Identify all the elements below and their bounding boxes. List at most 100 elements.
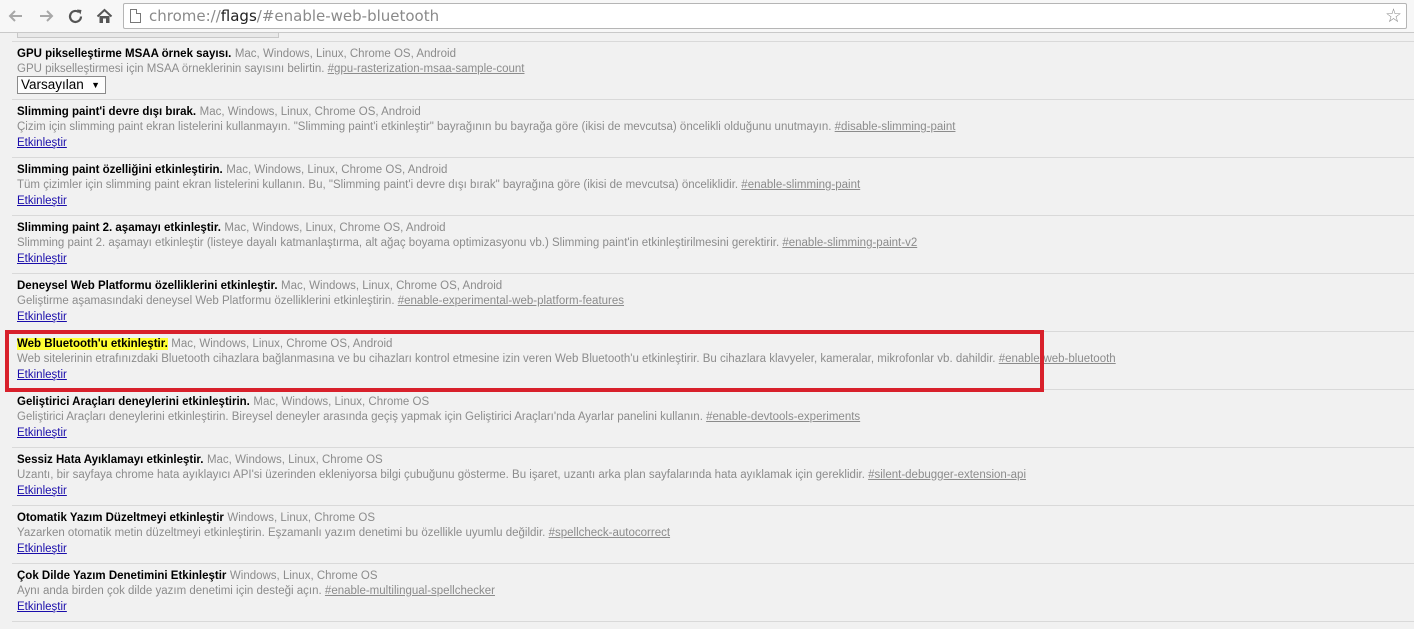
enable-link[interactable]: Etkinleştir xyxy=(17,426,67,440)
forward-arrow-svg xyxy=(40,10,54,22)
home-icon[interactable] xyxy=(93,5,115,27)
experiment-description-line: Geliştirme aşamasındaki deneysel Web Pla… xyxy=(17,294,624,308)
experiment-permalink[interactable]: #enable-multilingual-spellchecker xyxy=(325,585,495,597)
experiment-description-line: Tüm çizimler için slimming paint ekran l… xyxy=(17,178,860,192)
experiment-description-line: Uzantı, bir sayfaya chrome hata ayıklayı… xyxy=(17,468,1026,482)
experiment-description: Slimming paint 2. aşamayı etkinleştir (l… xyxy=(17,237,780,249)
experiment-description: Geliştirici Araçları deneylerini etkinle… xyxy=(17,411,703,423)
experiment-platforms: Windows, Linux, Chrome OS xyxy=(229,570,378,582)
reload-icon[interactable] xyxy=(64,5,86,27)
select-value: Varsayılan xyxy=(21,77,84,92)
experiment-title: GPU pikselleştirme MSAA örnek sayısı. xyxy=(17,48,232,60)
experiment-platforms: Mac, Windows, Linux, Chrome OS, Android xyxy=(171,338,393,350)
back-arrow-icon[interactable] xyxy=(5,5,27,27)
reload-svg xyxy=(68,9,82,23)
experiment-title: Web Bluetooth'u etkinleştir. xyxy=(17,338,168,350)
url-host: flags xyxy=(220,7,257,25)
experiment-description: Yazarken otomatik metin düzeltmeyi etkin… xyxy=(17,527,546,539)
experiment-description-line: Yazarken otomatik metin düzeltmeyi etkin… xyxy=(17,526,670,540)
experiment-description: Tüm çizimler için slimming paint ekran l… xyxy=(17,179,739,191)
experiment-title: Sessiz Hata Ayıklamayı etkinleştir. xyxy=(17,454,204,466)
enable-link[interactable]: Etkinleştir xyxy=(17,136,67,150)
experiment-header: Slimming paint 2. aşamayı etkinleştir. M… xyxy=(17,221,446,235)
experiment-spellcheck-autocorrect: Otomatik Yazım Düzeltmeyi etkinleştir Wi… xyxy=(12,505,1414,563)
enable-link[interactable]: Etkinleştir xyxy=(17,484,67,498)
experiment-permalink[interactable]: #enable-experimental-web-platform-featur… xyxy=(398,295,624,307)
experiment-title: Geliştirici Araçları deneylerini etkinle… xyxy=(17,396,250,408)
url-text[interactable]: chrome://flags/#enable-web-bluetooth xyxy=(149,7,439,25)
experiment-permalink[interactable]: #enable-slimming-paint xyxy=(741,179,860,191)
experiment-platforms: Mac, Windows, Linux, Chrome OS xyxy=(206,454,383,466)
experiment-platforms: Mac, Windows, Linux, Chrome OS, Android xyxy=(224,222,446,234)
forward-arrow-icon[interactable] xyxy=(35,5,57,27)
experiment-slimming-paint-v2: Slimming paint 2. aşamayı etkinleştir. M… xyxy=(12,215,1414,273)
experiment-description: Çizim için slimming paint ekran listeler… xyxy=(17,121,832,133)
browser-toolbar: chrome://flags/#enable-web-bluetooth ☆ xyxy=(0,0,1414,33)
experiment-title: Slimming paint özelliğini etkinleştirin. xyxy=(17,164,223,176)
experiment-platforms: Mac, Windows, Linux, Chrome OS, Android xyxy=(199,106,421,118)
page-icon xyxy=(130,9,141,23)
experiment-description-line: GPU pikselleştirmesi için MSAA örnekleri… xyxy=(17,62,525,76)
experiment-silent-debugger: Sessiz Hata Ayıklamayı etkinleştir. Mac,… xyxy=(12,447,1414,505)
experiment-permalink[interactable]: #disable-slimming-paint xyxy=(835,121,956,133)
experiment-description-line: Slimming paint 2. aşamayı etkinleştir (l… xyxy=(17,236,917,250)
experiment-platforms: Mac, Windows, Linux, Chrome OS, Android xyxy=(226,164,448,176)
enable-link[interactable]: Etkinleştir xyxy=(17,310,67,324)
experiment-platforms: Mac, Windows, Linux, Chrome OS, Android xyxy=(281,280,503,292)
experiment-description: GPU pikselleştirmesi için MSAA örnekleri… xyxy=(17,63,325,75)
experiment-header: Geliştirici Araçları deneylerini etkinle… xyxy=(17,395,429,409)
experiment-multilingual-spellchecker: Çok Dilde Yazım Denetimini Etkinleştir W… xyxy=(12,563,1414,621)
experiment-permalink[interactable]: #enable-devtools-experiments xyxy=(706,411,860,423)
experiment-permalink[interactable]: #enable-web-bluetooth xyxy=(999,353,1116,365)
experiment-enable-slimming-paint: Slimming paint özelliğini etkinleştirin.… xyxy=(12,157,1414,215)
experiment-header: Deneysel Web Platformu özelliklerini etk… xyxy=(17,279,502,293)
experiment-description-line: Çizim için slimming paint ekran listeler… xyxy=(17,120,955,134)
experiment-description: Web sitelerinin etrafınızdaki Bluetooth … xyxy=(17,353,996,365)
experiment-disable-slimming-paint: Slimming paint'i devre dışı bırak. Mac, … xyxy=(12,99,1414,157)
experiment-header: Otomatik Yazım Düzeltmeyi etkinleştir Wi… xyxy=(17,511,375,525)
experiment-permalink[interactable]: #spellcheck-autocorrect xyxy=(549,527,670,539)
experiment-header: Slimming paint'i devre dışı bırak. Mac, … xyxy=(17,105,421,119)
experiment-header: Web Bluetooth'u etkinleştir. Mac, Window… xyxy=(17,337,392,351)
previous-control-edge xyxy=(17,33,279,38)
experiment-description-line: Aynı anda birden çok dilde yazım denetim… xyxy=(17,584,495,598)
experiment-platforms: Mac, Windows, Linux, Chrome OS, Android xyxy=(234,48,456,60)
back-arrow-svg xyxy=(8,10,22,22)
experiment-permalink[interactable]: #enable-slimming-paint-v2 xyxy=(782,237,917,249)
experiment-header: GPU pikselleştirme MSAA örnek sayısı. Ma… xyxy=(17,47,456,61)
experiment-header: Slimming paint özelliğini etkinleştirin.… xyxy=(17,163,447,177)
experiment-web-bluetooth: Web Bluetooth'u etkinleştir. Mac, Window… xyxy=(12,331,1414,389)
msaa-sample-select[interactable]: Varsayılan ▼ xyxy=(17,76,106,94)
experiment-next-partial xyxy=(12,621,1414,629)
flags-page: GPU pikselleştirme MSAA örnek sayısı. Ma… xyxy=(0,33,1414,629)
experiment-title: Slimming paint'i devre dışı bırak. xyxy=(17,106,197,118)
experiment-title: Deneysel Web Platformu özelliklerini etk… xyxy=(17,280,278,292)
address-bar[interactable]: chrome://flags/#enable-web-bluetooth ☆ xyxy=(123,3,1407,29)
experiment-description-line: Web sitelerinin etrafınızdaki Bluetooth … xyxy=(17,352,1116,366)
experiment-devtools-experiments: Geliştirici Araçları deneylerini etkinle… xyxy=(12,389,1414,447)
experiment-web-platform-features: Deneysel Web Platformu özelliklerini etk… xyxy=(12,273,1414,331)
experiment-platforms: Mac, Windows, Linux, Chrome OS xyxy=(253,396,430,408)
experiment-platforms: Windows, Linux, Chrome OS xyxy=(227,512,376,524)
enable-link[interactable]: Etkinleştir xyxy=(17,252,67,266)
star-icon[interactable]: ☆ xyxy=(1385,5,1402,27)
url-scheme: chrome:// xyxy=(149,7,221,25)
experiment-title: Slimming paint 2. aşamayı etkinleştir. xyxy=(17,222,221,234)
enable-link[interactable]: Etkinleştir xyxy=(17,542,67,556)
experiment-header: Sessiz Hata Ayıklamayı etkinleştir. Mac,… xyxy=(17,453,383,467)
enable-link[interactable]: Etkinleştir xyxy=(17,368,67,382)
dropdown-arrow-icon: ▼ xyxy=(91,80,100,90)
experiment-header: Çok Dilde Yazım Denetimini Etkinleştir W… xyxy=(17,569,378,583)
experiment-title: Çok Dilde Yazım Denetimini Etkinleştir xyxy=(17,570,227,582)
url-path: /#enable-web-bluetooth xyxy=(256,7,440,25)
experiment-description: Uzantı, bir sayfaya chrome hata ayıklayı… xyxy=(17,469,865,481)
enable-link[interactable]: Etkinleştir xyxy=(17,600,67,614)
home-svg xyxy=(96,8,112,23)
experiment-description: Aynı anda birden çok dilde yazım denetim… xyxy=(17,585,322,597)
experiment-description: Geliştirme aşamasındaki deneysel Web Pla… xyxy=(17,295,395,307)
experiment-description-line: Geliştirici Araçları deneylerini etkinle… xyxy=(17,410,860,424)
experiment-permalink[interactable]: #silent-debugger-extension-api xyxy=(868,469,1026,481)
experiment-gpu-msaa: GPU pikselleştirme MSAA örnek sayısı. Ma… xyxy=(12,41,1414,99)
experiment-permalink[interactable]: #gpu-rasterization-msaa-sample-count xyxy=(328,63,525,75)
enable-link[interactable]: Etkinleştir xyxy=(17,194,67,208)
